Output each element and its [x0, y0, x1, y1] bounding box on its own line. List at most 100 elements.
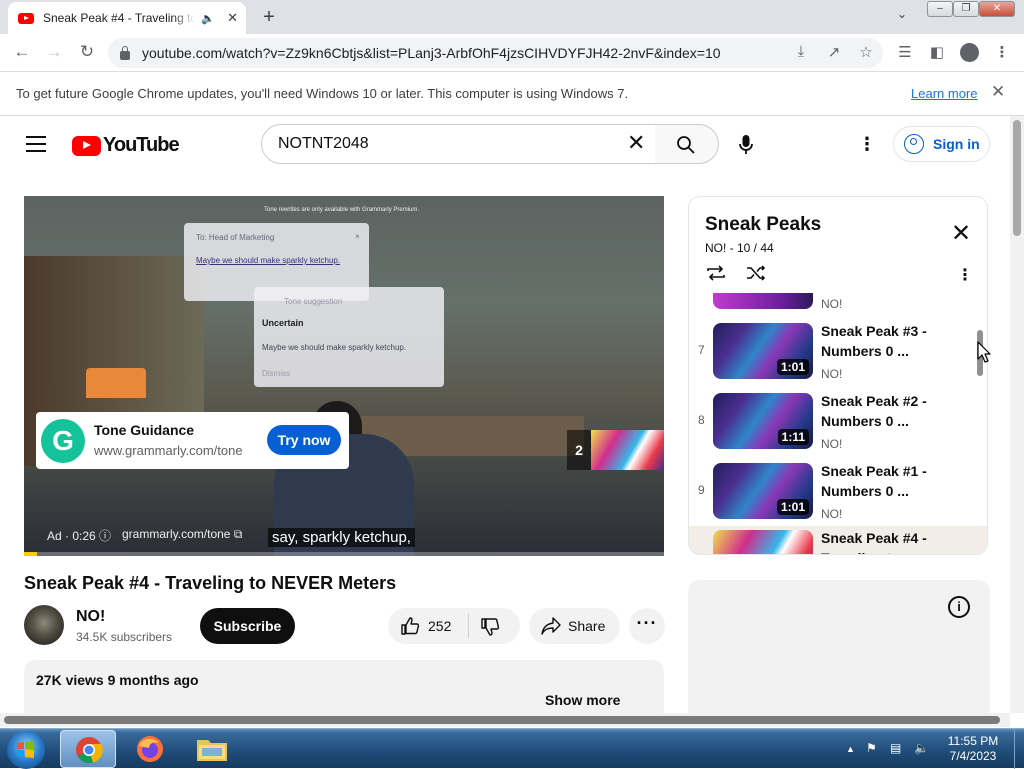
playlist-item-channel: NO!: [821, 437, 843, 451]
playlist-thumbnail[interactable]: 1:11: [713, 393, 813, 449]
playlist-item[interactable]: NO!: [689, 293, 987, 319]
show-desktop-button[interactable]: [1014, 729, 1024, 769]
video-scene-lamp: [86, 368, 146, 398]
shuffle-icon[interactable]: [745, 264, 767, 282]
ad-link[interactable]: grammarly.com/tone ⧉: [122, 527, 242, 542]
ad-info-icon[interactable]: i: [948, 596, 970, 618]
tab-close-icon[interactable]: ✕: [227, 10, 238, 26]
browser-tab-active[interactable]: Sneak Peak #4 - Traveling to NEVER Meter…: [8, 2, 246, 34]
video-progress-bar[interactable]: [24, 552, 664, 556]
more-actions-button[interactable]: ···: [629, 608, 665, 644]
info-circle-icon[interactable]: ⓘ: [99, 529, 111, 543]
search-input[interactable]: NOTNT2048: [261, 124, 656, 164]
settings-kebab-icon[interactable]: ⋮: [858, 134, 876, 155]
playlist-item[interactable]: 8 1:11 Sneak Peak #2 - Numbers 0 ... NO!: [689, 389, 987, 459]
video-caption: say, sparkly ketchup,: [268, 528, 415, 547]
share-arrow-icon: [541, 617, 561, 635]
playlist-thumbnail[interactable]: [713, 293, 813, 309]
ad-overlay-card[interactable]: G Tone Guidance www.grammarly.com/tone T…: [36, 412, 349, 469]
taskbar-clock[interactable]: 11:55 PM 7/4/2023: [938, 734, 1008, 764]
ad-link-text[interactable]: grammarly.com/tone: [122, 527, 230, 541]
up-next-count[interactable]: 2: [567, 430, 591, 470]
playlist-close-icon[interactable]: ✕: [951, 222, 971, 246]
media-controls-icon[interactable]: ☰: [895, 43, 915, 61]
channel-name[interactable]: NO!: [76, 608, 105, 626]
playlist-menu-icon[interactable]: ⋮: [957, 265, 973, 285]
reload-icon[interactable]: ↻: [76, 42, 98, 62]
playlist-item-title[interactable]: Sneak Peak #4 - Traveling to ...: [821, 528, 929, 554]
new-tab-button[interactable]: +: [258, 6, 280, 29]
minimize-button[interactable]: –: [927, 1, 953, 17]
page-hscroll-thumb[interactable]: [4, 716, 1000, 724]
ad-timer-text: Ad · 0:26: [47, 529, 96, 543]
loop-icon[interactable]: [705, 264, 727, 282]
learn-more-link[interactable]: Learn more: [911, 86, 977, 101]
address-bar[interactable]: youtube.com/watch?v=Zz9kn6Cbtjs&list=PLa…: [108, 38, 883, 68]
search-button[interactable]: [655, 124, 719, 164]
thumbs-up-icon[interactable]: [400, 616, 420, 636]
clock-time: 11:55 PM: [947, 734, 999, 748]
network-icon[interactable]: ▤: [890, 741, 901, 755]
playlist-thumbnail[interactable]: 1:01: [713, 323, 813, 379]
up-next-thumbnail[interactable]: [591, 430, 664, 470]
back-arrow-icon[interactable]: ←: [11, 42, 33, 62]
page-horizontal-scrollbar[interactable]: [0, 713, 1010, 727]
search-clear-icon[interactable]: ✕: [627, 132, 645, 154]
ad-timer: Ad · 0:26 ⓘ: [47, 527, 111, 544]
install-icon[interactable]: ⤓: [791, 43, 811, 60]
url-text[interactable]: youtube.com/watch?v=Zz9kn6Cbtjs&list=PLa…: [142, 45, 721, 61]
playlist-item-title[interactable]: Sneak Peak #3 - Numbers 0 ...: [821, 321, 929, 361]
search-input-value[interactable]: NOTNT2048: [278, 135, 369, 153]
description-box[interactable]: 27K views 9 months ago Show more: [24, 660, 664, 720]
share-page-icon[interactable]: ↗: [824, 43, 844, 61]
youtube-logo[interactable]: YouTube: [72, 134, 180, 157]
taskbar-chrome[interactable]: [60, 730, 116, 768]
hamburger-menu-icon[interactable]: [26, 136, 46, 152]
bookmark-star-icon[interactable]: ☆: [856, 43, 876, 61]
subscribe-button[interactable]: Subscribe: [200, 608, 295, 644]
show-more-button[interactable]: Show more: [545, 692, 620, 708]
video-overlay-top-text: Tone rewrites are only available with Gr…: [264, 207, 420, 213]
volume-muted-icon[interactable]: 🔈: [914, 741, 929, 755]
restore-button[interactable]: ❐: [953, 1, 979, 17]
playlist-thumbnail[interactable]: [713, 530, 813, 554]
channel-avatar[interactable]: [24, 605, 64, 645]
voice-search-mic-icon[interactable]: [738, 134, 754, 156]
playlist-item-title[interactable]: Sneak Peak #2 - Numbers 0 ...: [821, 391, 929, 431]
playlist-item-channel: NO!: [821, 367, 843, 381]
playlist-title[interactable]: Sneak Peaks: [705, 214, 821, 236]
thumbs-down-icon[interactable]: [480, 617, 500, 637]
video-player[interactable]: Tone rewrites are only available with Gr…: [24, 196, 664, 556]
playlist-item-index: 7: [698, 343, 705, 357]
firefox-icon: [137, 736, 163, 762]
lock-icon[interactable]: [120, 45, 130, 60]
side-panel-icon[interactable]: ◧: [927, 43, 947, 61]
playlist-thumbnail[interactable]: 1:01: [713, 463, 813, 519]
video-progress-fill: [24, 552, 37, 556]
page-scroll-thumb[interactable]: [1013, 120, 1021, 236]
playlist-items: NO! 7 1:01 Sneak Peak #3 - Numbers 0 ...…: [689, 293, 987, 554]
playlist-item[interactable]: 7 1:01 Sneak Peak #3 - Numbers 0 ... NO!: [689, 319, 987, 389]
browser-tab-strip: Sneak Peak #4 - Traveling to NEVER Meter…: [0, 0, 1024, 34]
tab-search-chevron-icon[interactable]: ⌄: [897, 7, 907, 21]
profile-avatar-icon[interactable]: [960, 43, 979, 62]
show-hidden-icons-icon[interactable]: ▲: [846, 744, 855, 754]
share-label: Share: [568, 618, 606, 634]
page-vertical-scrollbar[interactable]: [1010, 116, 1024, 713]
overlay-card-close-icon: ×: [355, 232, 360, 241]
playlist-item-current[interactable]: Sneak Peak #4 - Traveling to ...: [689, 526, 987, 554]
action-center-flag-icon[interactable]: ⚑: [866, 741, 877, 755]
taskbar-explorer[interactable]: [184, 730, 240, 768]
playlist-item[interactable]: 9 1:01 Sneak Peak #1 - Numbers 0 ... NO!: [689, 459, 987, 529]
sign-in-button[interactable]: Sign in: [893, 126, 990, 162]
chrome-menu-icon[interactable]: ⋮: [992, 43, 1012, 61]
try-now-button[interactable]: Try now: [267, 425, 341, 455]
like-count[interactable]: 252: [428, 618, 451, 634]
window-close-button[interactable]: ✕: [979, 1, 1015, 17]
infobar-close-icon[interactable]: ✕: [991, 82, 1005, 102]
forward-arrow-icon[interactable]: →: [43, 42, 65, 62]
share-button[interactable]: Share: [529, 608, 620, 644]
speaker-icon[interactable]: 🔈: [201, 12, 215, 25]
taskbar-firefox[interactable]: [122, 730, 178, 768]
playlist-item-title[interactable]: Sneak Peak #1 - Numbers 0 ...: [821, 461, 929, 501]
